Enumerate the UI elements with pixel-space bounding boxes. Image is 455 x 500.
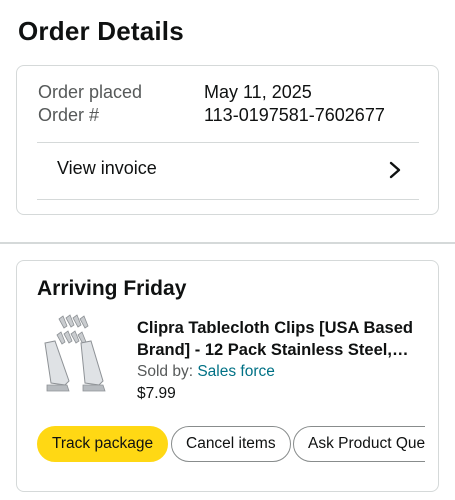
sold-by-label: Sold by:	[137, 363, 194, 380]
order-number-value: 113-0197581-7602677	[204, 105, 385, 125]
tablecloth-clips-image	[44, 314, 106, 392]
product-image[interactable]	[37, 313, 107, 403]
order-number-label: Order #	[38, 105, 100, 125]
product-price: $7.99	[137, 385, 176, 402]
divider	[37, 199, 419, 200]
page-title: Order Details	[18, 16, 184, 46]
seller-link[interactable]: Sales force	[197, 363, 275, 380]
track-package-button[interactable]: Track package	[37, 426, 169, 462]
chevron-right-icon	[389, 161, 401, 179]
action-buttons: Track package Cancel items Ask Product Q…	[37, 426, 425, 466]
sold-by-line: Sold by: Sales force	[137, 363, 275, 381]
order-placed-value: May 11, 2025	[204, 82, 312, 102]
ask-product-question-button[interactable]: Ask Product Ques	[293, 426, 425, 462]
order-summary-card: Order placed May 11, 2025 Order # 113-01…	[16, 65, 439, 215]
order-placed-label: Order placed	[38, 82, 143, 102]
cancel-items-button[interactable]: Cancel items	[171, 426, 291, 462]
product-title[interactable]: Clipra Tablecloth Clips [USA Based Brand…	[137, 317, 422, 361]
view-invoice-row[interactable]: View invoice	[37, 143, 419, 199]
section-divider	[0, 242, 455, 244]
view-invoice-label: View invoice	[57, 158, 157, 178]
delivery-status: Arriving Friday	[37, 277, 187, 300]
shipment-card: Arriving Friday Clipra Tablecloth Clips …	[16, 260, 439, 492]
